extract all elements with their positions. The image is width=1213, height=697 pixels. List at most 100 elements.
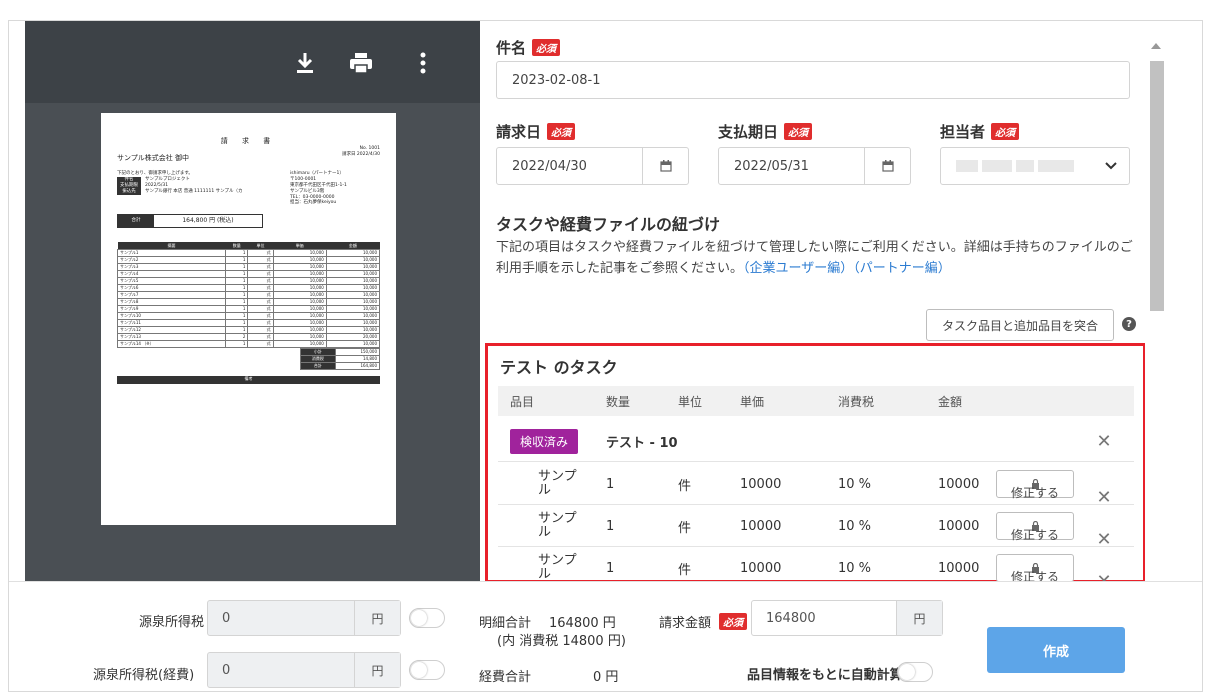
item-amount: 10000 (938, 476, 980, 492)
scroll-up-icon[interactable] (1151, 43, 1161, 49)
pdf-table-header: 単価 (273, 242, 327, 250)
withholding-label: 源泉所得税 (139, 615, 205, 630)
edit-item-button[interactable]: 修正する (996, 470, 1074, 500)
expense-total-label: 経費合計 (479, 670, 532, 685)
header-price: 単価 (740, 394, 765, 409)
withholding-input[interactable]: 0 円 (207, 600, 401, 636)
pdf-issuer: ishimaru（パートナー1） 〒100-0001 東京都千代田区千代田1-1-1… (290, 171, 380, 206)
item-tax: 10 % (838, 560, 872, 576)
detail-total-label: 明細合計 (479, 616, 532, 631)
subject-label: 件名 必須 (496, 37, 561, 58)
withholding-expense-input[interactable]: 0 円 (207, 652, 401, 688)
pdf-total: 合計 164,800 円 (税込) (117, 214, 263, 229)
task-group-row: 検収済み テスト - 10 ✕ (498, 420, 1134, 462)
pdf-table-row: サンプル2 1 式 10,000 10,000 (116, 255, 381, 264)
corporate-user-link[interactable]: （企業ユーザー編） (743, 261, 853, 276)
withholding-expense-label: 源泉所得税(経費) (93, 668, 195, 683)
due-date-label: 支払期日 必須 (718, 121, 813, 142)
task-title: テスト のタスク (500, 358, 618, 377)
invoice-amount-label: 請求金額 必須 (659, 612, 748, 631)
item-qty: 1 (606, 560, 615, 576)
compare-items-button[interactable]: タスク品目と追加品目を突合 (926, 309, 1114, 341)
pdf-table-row: サンプル4 1 式 10,000 10,000 (116, 269, 381, 278)
pdf-recipient: サンプル株式会社 御中 (117, 154, 190, 163)
item-unit: 件 (678, 520, 692, 536)
link-section-title: タスクや経費ファイルの紐づけ (496, 215, 721, 234)
pdf-table-row: サンプル8 1 式 10,000 10,000 (116, 297, 381, 306)
item-qty: 1 (606, 476, 615, 492)
pdf-issuer-line: 担当：石丸夢保keiyou (290, 200, 337, 206)
item-qty: 1 (606, 518, 615, 534)
pdf-items-table: 摘要 数量 単位 単価 金額 サンプル1 1 式 10,000 10,000 サンプル2 1 式 10,… (116, 242, 381, 348)
edit-item-button[interactable]: 修正する (996, 554, 1074, 581)
header-unit: 単位 (678, 394, 703, 409)
invoice-date-input[interactable]: 2022/04/30 (496, 147, 689, 185)
pdf-table-row: サンプル1 1 式 10,000 10,000 (116, 248, 381, 257)
pdf-table-header: 摘要 (117, 242, 226, 250)
task-box: テスト のタスク 品目 数量 単位 単価 消費税 金額 検収済み テスト - 1… (485, 343, 1145, 581)
withholding-expense-toggle[interactable] (409, 660, 445, 680)
item-unit: 件 (678, 562, 692, 578)
assignee-value-masked (956, 160, 1074, 172)
item-name: サンプル (538, 553, 577, 582)
header-qty: 数量 (606, 394, 631, 409)
item-tax: 10 % (838, 476, 872, 492)
pdf-summary: 小計 150,000 消費税 14,800 合計 164,800 (117, 347, 381, 370)
pdf-summary-row: 消費税 14,800 (300, 354, 381, 363)
task-item-row: サンプル 1 件 10000 10 % 10000 修正する ✕ (498, 505, 1134, 550)
invoice-amount-input[interactable]: 164800 円 (751, 600, 943, 636)
pdf-table-row: サンプル12 1 式 10,000 10,000 (116, 325, 381, 334)
auto-calc-toggle[interactable] (897, 662, 933, 682)
status-badge: 検収済み (510, 429, 579, 454)
more-vert-icon[interactable] (411, 51, 435, 75)
download-icon[interactable] (293, 51, 317, 75)
header-item: 品目 (510, 394, 535, 409)
subject-input[interactable]: 2023-02-08-1 (496, 61, 1130, 99)
chevron-down-icon (1105, 162, 1117, 170)
calendar-icon[interactable] (864, 148, 910, 184)
pdf-viewer: 請 求 書 サンプル株式会社 御中 No. 1001 請求日 2022/4/30… (25, 21, 480, 581)
pdf-page: 請 求 書 サンプル株式会社 御中 No. 1001 請求日 2022/4/30… (101, 113, 396, 525)
detail-tax: (内 消費税 14800 円) (497, 634, 626, 649)
item-tax: 10 % (838, 518, 872, 534)
footer-bar: 源泉所得税 0 円 源泉所得税(経費) 0 円 明細合計 164800 円 (内… (9, 581, 1202, 691)
assignee-select[interactable] (940, 147, 1130, 185)
remove-item-close-icon[interactable]: ✕ (1096, 560, 1112, 582)
help-icon[interactable]: ? (1122, 317, 1136, 331)
print-icon[interactable] (349, 51, 373, 75)
task-item-row: サンプル 1 件 10000 10 % 10000 修正する ✕ (498, 547, 1134, 581)
partner-link[interactable]: （パートナー編） (853, 261, 951, 276)
item-name: サンプル (538, 511, 577, 540)
scroll-thumb[interactable] (1150, 61, 1164, 311)
pdf-table-row: サンプル13 2 式 10,000 20,000 (116, 332, 381, 341)
invoice-create-panel: 請 求 書 サンプル株式会社 御中 No. 1001 請求日 2022/4/30… (8, 20, 1203, 692)
calendar-icon[interactable] (642, 148, 688, 184)
due-date-input[interactable]: 2022/05/31 (718, 147, 911, 185)
remove-group-close-icon[interactable]: ✕ (1096, 431, 1112, 452)
assignee-label: 担当者 必須 (940, 121, 1020, 142)
pdf-meta: No. 1001 請求日 2022/4/30 (341, 146, 380, 157)
pdf-table-row: サンプル10 1 式 10,000 10,000 (116, 311, 381, 320)
invoice-form: 件名 必須 2023-02-08-1 請求日 必須 2022/04/30 支払期日必… (480, 21, 1145, 581)
item-unit: 件 (678, 478, 692, 494)
auto-calc-label: 品目情報をもとに自動計算 (747, 668, 903, 683)
link-section-desc: 下記の項目はタスクや経費ファイルを紐づけて管理したい際にご利用ください。詳細は手… (496, 240, 1133, 276)
header-amount: 金額 (938, 394, 963, 409)
pdf-table-row: サンプル6 1 式 10,000 10,000 (116, 283, 381, 292)
pdf-field: 振込先 サンプル銀行 本店 普通 1111111 サンプル（カ (117, 188, 280, 195)
expense-total-value: 0 円 (593, 670, 619, 685)
item-price: 10000 (740, 518, 782, 534)
pdf-fields: 件名 サンプルプロジェクト 支払期限 2022/5/31 振込先 サンプル銀行 本店 普通… (117, 177, 280, 195)
form-scrollbar[interactable] (1145, 21, 1169, 581)
pdf-table-row: サンプル3 1 式 10,000 10,000 (116, 262, 381, 271)
detail-total-value: 164800 円 (549, 616, 616, 631)
edit-item-button[interactable]: 修正する (996, 512, 1074, 542)
create-button[interactable]: 作成 (987, 627, 1125, 673)
pdf-table-header: 金額 (326, 242, 380, 250)
item-price: 10000 (740, 560, 782, 576)
header-tax: 消費税 (838, 394, 875, 409)
pdf-table-row: サンプル7 1 式 10,000 10,000 (116, 290, 381, 299)
pdf-summary-row: 合計 164,800 (300, 361, 381, 370)
withholding-toggle[interactable] (409, 608, 445, 628)
task-item-row: サンプル 1 件 10000 10 % 10000 修正する ✕ (498, 463, 1134, 508)
